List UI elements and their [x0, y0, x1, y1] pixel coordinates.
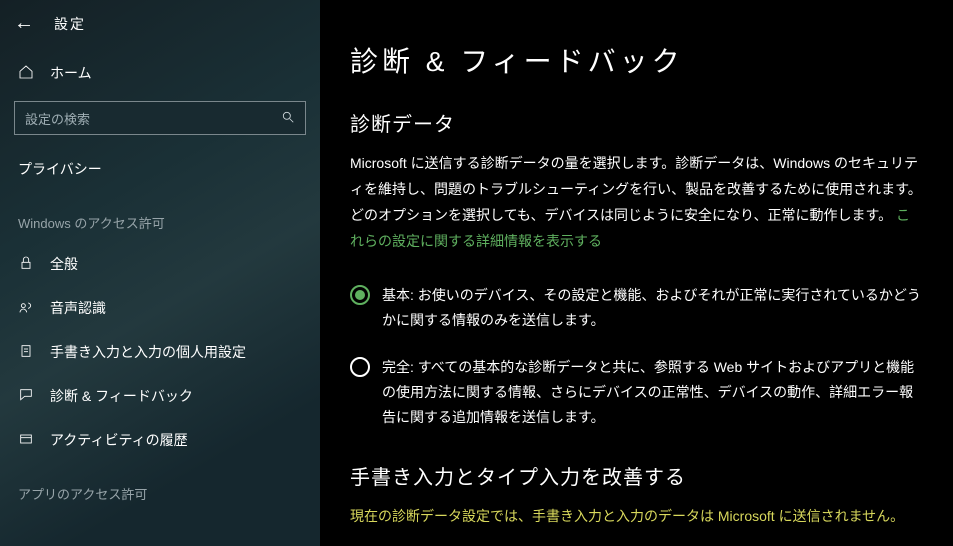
section1-body-text: Microsoft に送信する診断データの量を選択します。診断データは、Wind…	[350, 155, 922, 223]
sidebar: ← 設定 ホーム 設定の検索 プライバシー Windows のアクセス許可 全般…	[0, 0, 320, 546]
lock-icon	[18, 255, 34, 274]
section2-heading: 手書き入力とタイプ入力を改善する	[350, 461, 923, 490]
section-heading: Windows のアクセス許可	[0, 199, 320, 242]
search-placeholder: 設定の検索	[25, 109, 90, 128]
main-panel: 診断 & フィードバック 診断データ Microsoft に送信する診断データの…	[320, 0, 953, 546]
clipboard-icon	[18, 343, 34, 362]
back-arrow-icon[interactable]: ←	[14, 12, 34, 35]
radio-full-row: 完全: すべての基本的な診断データと共に、参照する Web サイトおよびアプリと…	[350, 355, 923, 431]
settings-title: 設定	[54, 14, 86, 34]
search-icon	[281, 110, 295, 127]
section2-warning: 現在の診断データ設定では、手書き入力と入力のデータは Microsoft に送信…	[350, 504, 923, 529]
header-row: ← 設定	[0, 6, 320, 53]
sidebar-item-feedback[interactable]: 診断 & フィードバック	[0, 374, 320, 418]
home-label: ホーム	[50, 63, 92, 83]
sidebar-item-activity[interactable]: アクティビティの履歴	[0, 418, 320, 462]
sidebar-item-label: アクティビティの履歴	[50, 430, 188, 450]
page-title: 診断 & フィードバック	[350, 40, 923, 80]
speech-icon	[18, 299, 34, 318]
feedback-icon	[18, 387, 34, 406]
radio-full-label: 完全: すべての基本的な診断データと共に、参照する Web サイトおよびアプリと…	[382, 355, 923, 431]
bottom-section-heading: アプリのアクセス許可	[0, 462, 320, 503]
section1-heading: 診断データ	[350, 108, 923, 137]
search-input[interactable]: 設定の検索	[14, 101, 306, 135]
sidebar-item-label: 音声認識	[50, 298, 106, 318]
search-wrap: 設定の検索	[14, 101, 306, 135]
sidebar-item-label: 手書き入力と入力の個人用設定	[50, 342, 246, 362]
sidebar-item-label: 全般	[50, 254, 78, 274]
section1-body: Microsoft に送信する診断データの量を選択します。診断データは、Wind…	[350, 151, 923, 255]
radio-basic-row: 基本: お使いのデバイス、その設定と機能、およびそれが正常に実行されているかどう…	[350, 283, 923, 333]
sidebar-item-label: 診断 & フィードバック	[50, 386, 193, 406]
radio-basic-label: 基本: お使いのデバイス、その設定と機能、およびそれが正常に実行されているかどう…	[382, 283, 923, 333]
sidebar-item-general[interactable]: 全般	[0, 242, 320, 286]
sidebar-item-inking[interactable]: 手書き入力と入力の個人用設定	[0, 330, 320, 374]
home-icon	[18, 64, 34, 83]
category-label: プライバシー	[0, 145, 320, 199]
sidebar-item-speech[interactable]: 音声認識	[0, 286, 320, 330]
radio-basic[interactable]	[350, 285, 370, 305]
activity-icon	[18, 431, 34, 450]
home-nav[interactable]: ホーム	[0, 53, 320, 93]
radio-full[interactable]	[350, 357, 370, 377]
